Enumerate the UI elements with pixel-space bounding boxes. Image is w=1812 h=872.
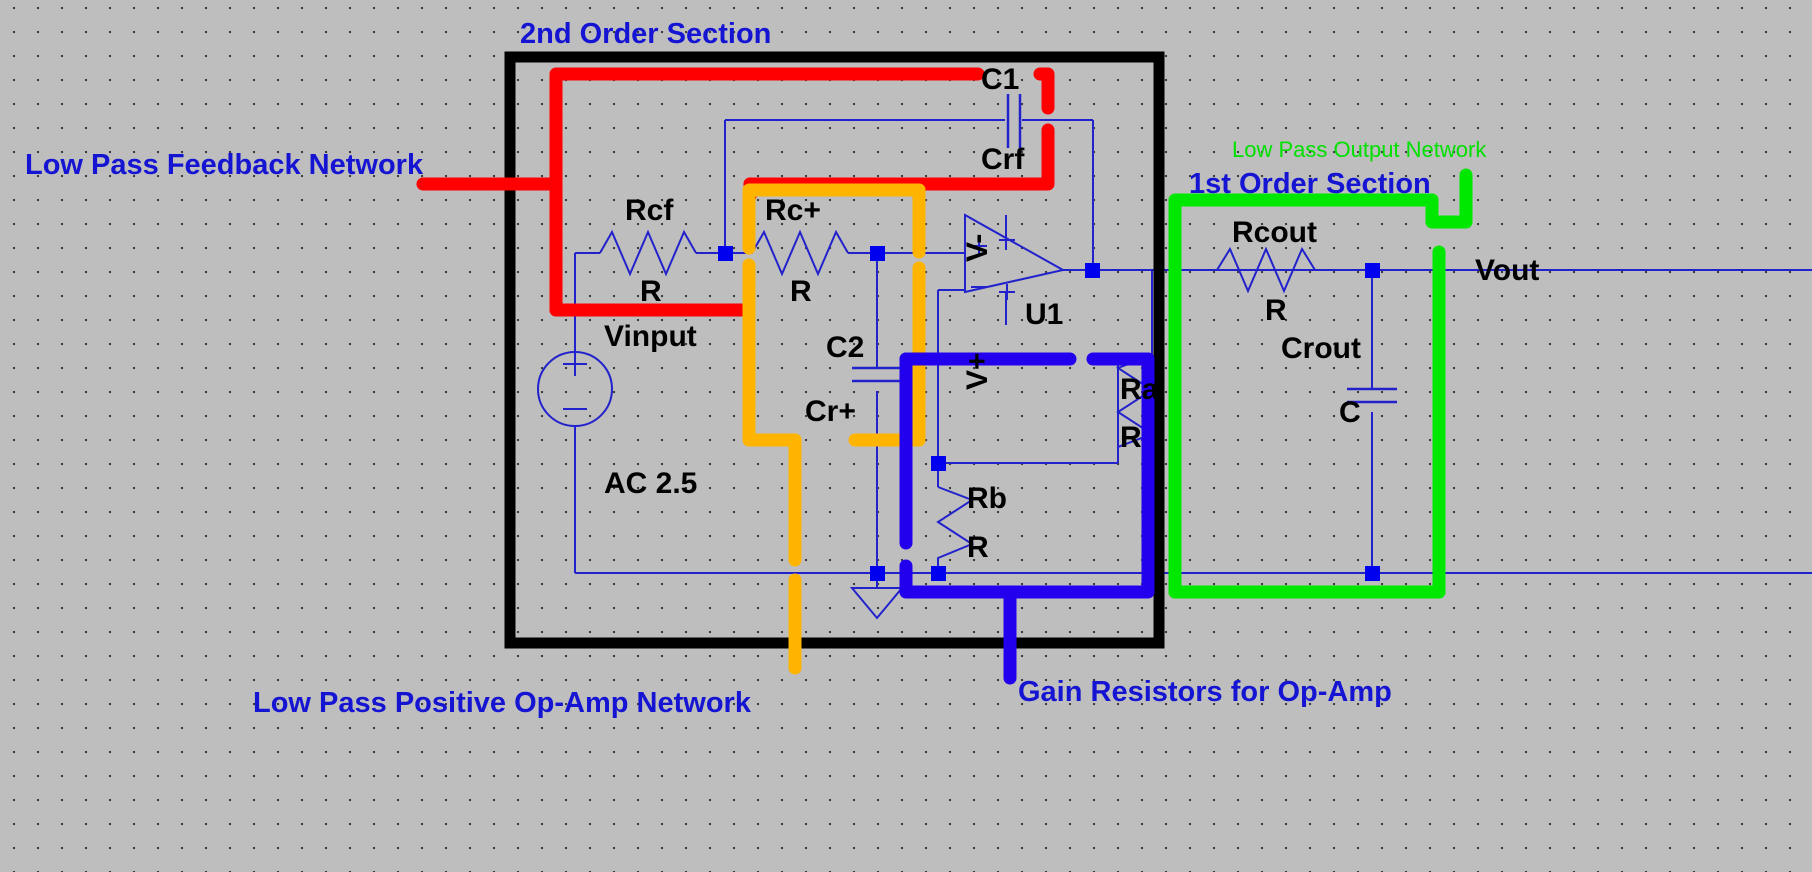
component-ref-c1: C1 — [981, 63, 1020, 96]
annotation-low-pass-feedback-network: Low Pass Feedback Network — [25, 149, 424, 181]
component-ref-crout: Crout — [1281, 332, 1361, 365]
component-value-c1: Crf — [981, 143, 1025, 176]
component-ref-rcplus: Rc+ — [765, 194, 821, 227]
component-value-vinput: AC 2.5 — [604, 467, 698, 500]
component-ref-rcf: Rcf — [625, 194, 674, 227]
annotation-1st-order-section: 1st Order Section — [1189, 168, 1431, 200]
component-ref-u1: U1 — [1025, 298, 1064, 331]
net-label-v-minus: V- — [961, 233, 994, 262]
output-network-highlight-layer — [1168, 168, 1473, 599]
net-label-vout: Vout — [1475, 254, 1540, 287]
component-ref-rb: Rb — [967, 482, 1007, 515]
component-value-ra: R — [1120, 421, 1142, 454]
component-value-rcout: R — [1265, 294, 1287, 327]
component-value-rcplus: R — [790, 275, 812, 308]
component-value-c2: Cr+ — [805, 395, 856, 428]
component-ref-ra: Ra — [1120, 373, 1159, 406]
component-value-rcf: R — [640, 275, 662, 308]
annotation-low-pass-positive-opamp-network: Low Pass Positive Op-Amp Network — [253, 687, 751, 719]
component-ref-rcout: Rcout — [1232, 216, 1317, 249]
net-label-v-plus: V+ — [961, 352, 994, 390]
green-top-right-hook — [1425, 168, 1473, 229]
component-value-crout: C — [1339, 396, 1361, 429]
annotation-low-pass-output-network: Low Pass Output Network — [1232, 137, 1487, 162]
component-ref-c2: C2 — [826, 331, 865, 364]
annotation-gain-resistors-for-opamp: Gain Resistors for Op-Amp — [1018, 676, 1392, 708]
component-value-rb: R — [967, 531, 989, 564]
schematic-canvas: 2nd Order Section 1st Order Section Low … — [0, 0, 1812, 872]
annotation-2nd-order-section: 2nd Order Section — [520, 18, 772, 50]
component-ref-vinput: Vinput — [604, 320, 697, 353]
